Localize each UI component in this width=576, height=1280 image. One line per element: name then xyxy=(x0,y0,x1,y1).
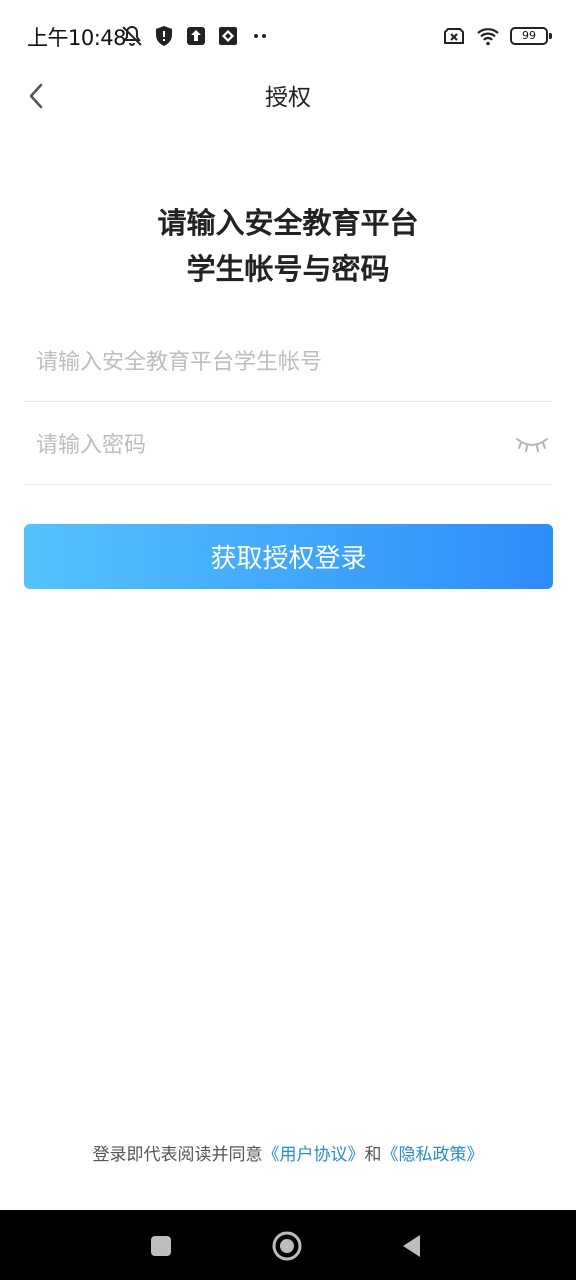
shield-icon xyxy=(156,26,172,46)
user-agreement-link[interactable]: 《用户协议》 xyxy=(263,1145,365,1165)
bell-off-icon xyxy=(122,25,142,46)
more-dots-icon xyxy=(254,34,266,38)
agreement-text: 登录即代表阅读并同意《用户协议》和《隐私政策》 xyxy=(0,1140,576,1165)
status-bar: 上午10:48 99 xyxy=(0,0,576,72)
status-left-icons xyxy=(120,22,272,50)
privacy-policy-link[interactable]: 《隐私政策》 xyxy=(382,1145,484,1165)
back-triangle-icon[interactable] xyxy=(396,1230,428,1262)
account-input[interactable] xyxy=(36,340,496,384)
password-input[interactable] xyxy=(36,423,496,467)
eye-closed-icon[interactable] xyxy=(514,429,550,457)
app-icon xyxy=(219,27,237,45)
status-time: 上午10:48 xyxy=(27,26,127,50)
upload-icon xyxy=(187,27,205,45)
battery-icon: 99 xyxy=(510,27,552,45)
navigation-bar xyxy=(0,1210,576,1280)
wifi-icon xyxy=(477,28,499,46)
password-field xyxy=(24,403,552,485)
agreement-and: 和 xyxy=(364,1145,382,1165)
status-right-icons: 99 xyxy=(442,22,552,50)
account-field xyxy=(24,320,552,402)
recent-apps-icon[interactable] xyxy=(145,1230,177,1262)
login-button[interactable]: 获取授权登录 xyxy=(24,524,553,589)
home-icon[interactable] xyxy=(271,1230,303,1262)
sim-none-icon xyxy=(444,28,464,44)
page-title: 授权 xyxy=(265,85,311,111)
agreement-prefix: 登录即代表阅读并同意 xyxy=(92,1145,263,1165)
heading-line-1: 请输入安全教育平台 xyxy=(157,206,419,240)
heading-line-2: 学生帐号与密码 xyxy=(186,252,390,286)
header: 授权 xyxy=(0,72,576,116)
